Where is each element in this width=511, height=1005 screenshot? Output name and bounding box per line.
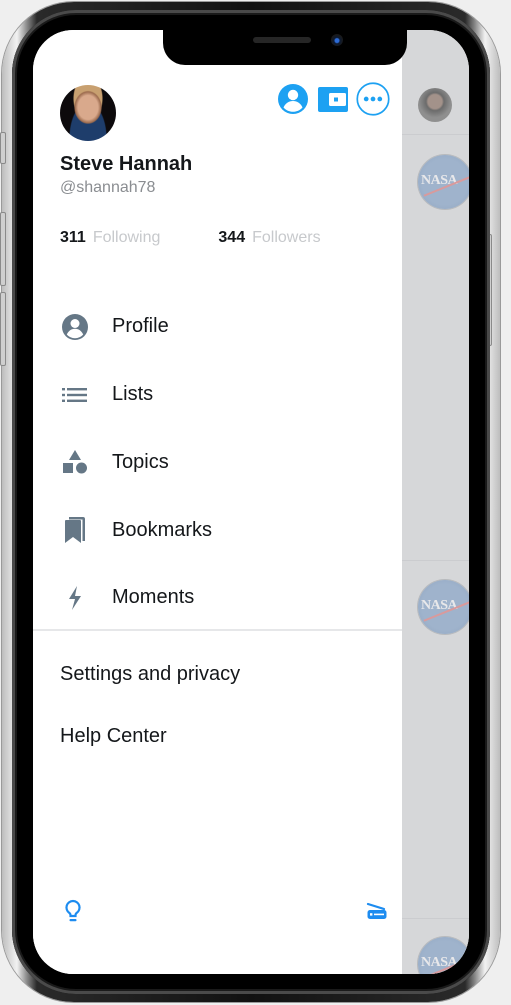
speaker-grille: [253, 37, 311, 43]
avatar[interactable]: [60, 85, 116, 141]
nasa-avatar: NASA: [418, 155, 469, 209]
menu-label: Bookmarks: [112, 518, 213, 541]
screen: NASA NASA NASA Steve Hannah @shannah78 3…: [33, 30, 469, 974]
more-options-button[interactable]: [356, 82, 390, 116]
menu-label: Profile: [112, 315, 169, 338]
help-center-link[interactable]: Help Center: [60, 725, 167, 748]
lightbulb-button[interactable]: [61, 898, 85, 924]
qr-scan-icon: [366, 902, 387, 919]
timeline-overlay[interactable]: NASA NASA NASA: [402, 30, 469, 974]
nasa-avatar: NASA: [418, 580, 469, 634]
following-link[interactable]: 311 Following: [60, 229, 160, 247]
wallet-icon: [318, 87, 348, 112]
timeline-divider: [402, 134, 469, 135]
followers-count: 344: [218, 229, 246, 246]
nasa-logo-text: NASA: [421, 173, 458, 188]
menu-label: Moments: [112, 586, 195, 609]
settings-and-privacy-link[interactable]: Settings and privacy: [60, 663, 240, 686]
account-switch-button[interactable]: [276, 82, 310, 116]
wallet-button[interactable]: [316, 82, 350, 116]
follow-counts: 311 Following 344 Followers: [60, 229, 321, 247]
more-options-icon: [356, 82, 390, 116]
header-actions: [276, 82, 390, 116]
menu-item-profile[interactable]: Profile: [33, 293, 402, 361]
bookmarks-icon: [60, 515, 90, 545]
followers-label: Followers: [252, 229, 321, 246]
lightbulb-icon: [65, 899, 81, 922]
notch: [163, 30, 407, 65]
nasa-logo-text: NASA: [421, 955, 458, 970]
menu-item-topics[interactable]: Topics: [33, 429, 402, 497]
nasa-avatar: NASA: [418, 937, 469, 974]
drawer-menu: Profile Lists Topics Bookmarks Moments: [33, 293, 402, 632]
navigation-drawer: Steve Hannah @shannah78 311 Following 34…: [33, 30, 402, 974]
followers-link[interactable]: 344 Followers: [218, 229, 320, 247]
nasa-logo-text: NASA: [421, 598, 458, 613]
account-icon: [278, 84, 308, 114]
timeline-user-avatar: [418, 88, 452, 122]
volume-up-button: [0, 212, 6, 286]
menu-item-bookmarks[interactable]: Bookmarks: [33, 496, 402, 564]
profile-icon: [60, 312, 90, 342]
following-label: Following: [92, 229, 161, 246]
qr-scan-button[interactable]: [365, 898, 389, 924]
menu-item-lists[interactable]: Lists: [33, 361, 402, 429]
user-name[interactable]: Steve Hannah: [60, 153, 192, 176]
timeline-divider: [402, 560, 469, 561]
menu-label: Topics: [112, 450, 169, 473]
moments-icon: [60, 583, 90, 613]
mute-switch: [0, 132, 6, 164]
following-count: 311: [60, 229, 86, 246]
menu-divider: [33, 629, 402, 631]
menu-label: Lists: [112, 383, 154, 406]
menu-item-moments[interactable]: Moments: [33, 564, 402, 632]
topics-icon: [60, 447, 90, 477]
user-handle: @shannah78: [60, 179, 156, 196]
front-camera: [331, 34, 343, 46]
volume-down-button: [0, 292, 6, 366]
lists-icon: [60, 380, 90, 410]
timeline-divider: [402, 918, 469, 919]
